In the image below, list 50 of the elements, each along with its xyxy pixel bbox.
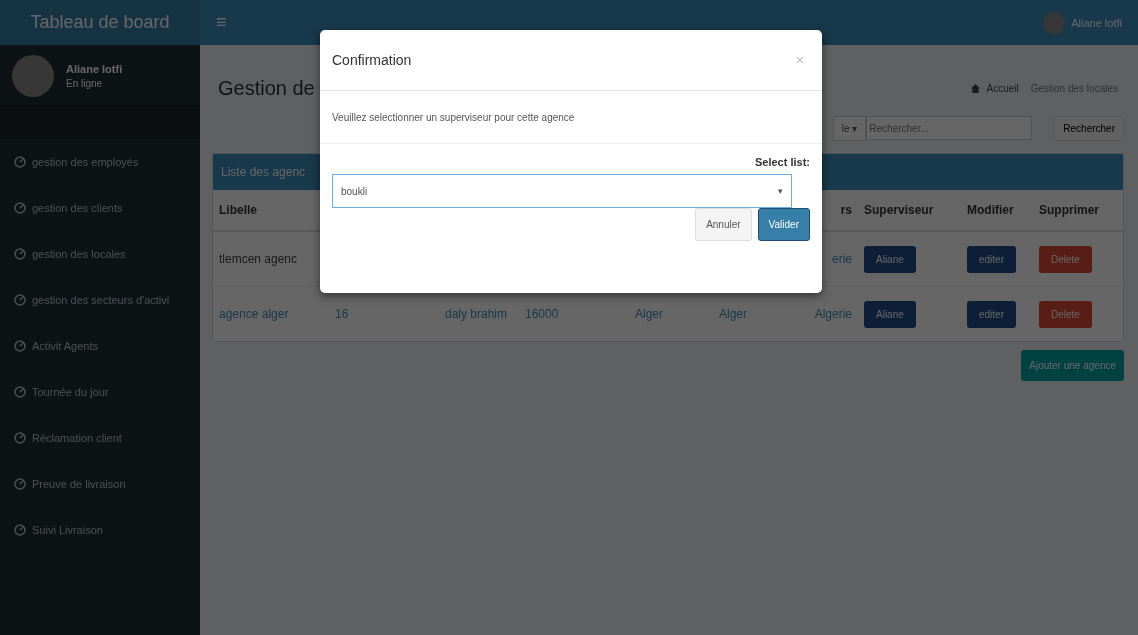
search-button[interactable]: Rechercher	[1054, 115, 1124, 141]
table-cell: agence alger	[219, 307, 289, 321]
table-cell: Algerie	[814, 307, 852, 321]
supervisor-select[interactable]: boukli ▾	[332, 174, 792, 208]
gauge-icon	[14, 156, 26, 168]
supervisor-button[interactable]: Aliane	[864, 300, 916, 328]
panel-title: Liste des agenc	[221, 165, 306, 179]
table-cell: Alger	[719, 307, 747, 321]
table-cell: erie	[832, 252, 852, 266]
menu-button[interactable]: ≡	[208, 8, 235, 37]
brand-title[interactable]: Tableau de board	[0, 0, 200, 45]
gauge-icon	[14, 524, 26, 536]
cancel-button[interactable]: Annuler	[695, 208, 752, 241]
gauge-icon	[14, 340, 26, 352]
validate-button[interactable]: Valider	[757, 208, 810, 241]
select-label: Select list:	[754, 156, 810, 168]
table-cell: 16000	[525, 307, 559, 321]
supervisor-button[interactable]: Aliane	[864, 245, 916, 273]
table-cell: Alger	[635, 307, 663, 321]
edit-button[interactable]: editer	[967, 245, 1016, 273]
delete-button[interactable]: Delete	[1039, 245, 1092, 273]
edit-button[interactable]: editer	[967, 300, 1016, 328]
gauge-icon	[14, 386, 26, 398]
user-name: Aliane lotfi	[66, 63, 123, 75]
user-status: En ligne	[66, 78, 104, 89]
table-cell: daly brahim	[445, 307, 508, 321]
gauge-icon	[14, 202, 26, 214]
gauge-icon	[14, 432, 26, 444]
table-cell: tlemcen agenc	[219, 252, 298, 266]
column-header: Libelle	[219, 203, 257, 217]
filter-dropdown[interactable]: le ▾	[832, 115, 867, 141]
breadcrumb-link[interactable]: Accueil	[986, 82, 1019, 94]
gauge-icon	[14, 478, 26, 490]
table-cell: 16	[335, 307, 349, 321]
avatar-icon[interactable]	[1043, 11, 1066, 34]
column-header: rs	[840, 203, 852, 217]
avatar-icon	[12, 55, 54, 97]
close-button[interactable]: ×	[789, 51, 810, 69]
column-header: Superviseur	[864, 203, 934, 217]
delete-button[interactable]: Delete	[1039, 300, 1092, 328]
user-name[interactable]: Aliane lotfi	[1071, 16, 1122, 29]
add-agency-button[interactable]: Ajouter une agence	[1021, 350, 1124, 381]
dialog-message: Veuillez selectionner un superviseur pour cette agence	[320, 91, 822, 144]
dialog-title: Confirmation	[332, 52, 412, 68]
gauge-icon	[14, 248, 26, 260]
home-icon	[971, 83, 981, 93]
column-header: Supprimer	[1039, 203, 1099, 217]
column-header: Modifier	[967, 203, 1014, 217]
gauge-icon	[14, 294, 26, 306]
page-title: Gestion de	[218, 76, 315, 100]
